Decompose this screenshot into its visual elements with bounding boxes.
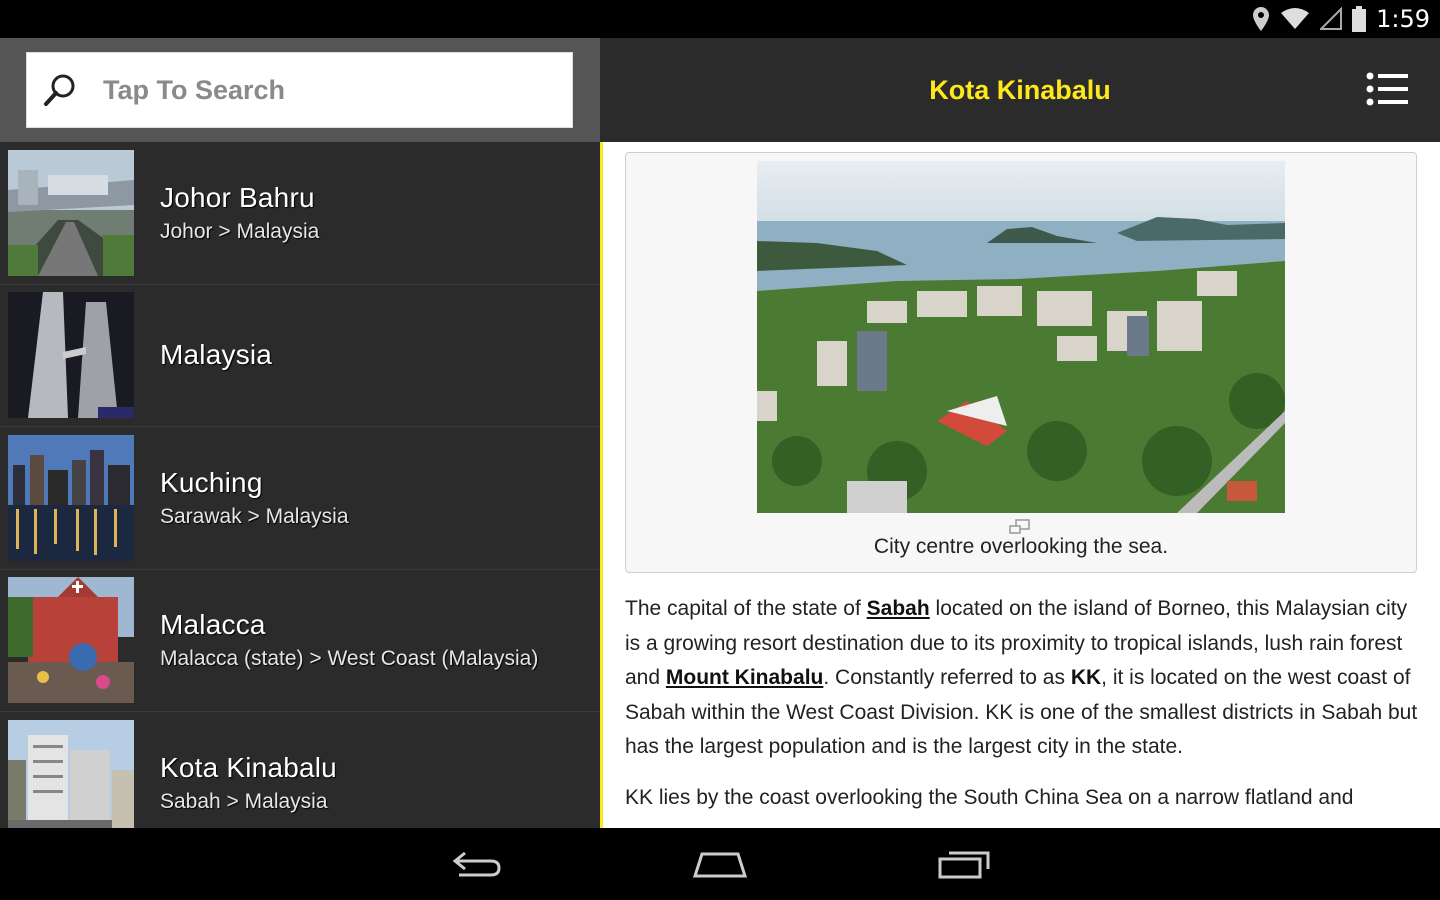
home-icon [692, 852, 748, 878]
kk-term: KK [1070, 666, 1102, 690]
paragraph-1: The capital of the state of Sabah locate… [625, 592, 1425, 765]
item-subtitle: Sabah > Malaysia [160, 789, 328, 813]
item-title: Johor Bahru [160, 181, 315, 213]
kota-kinabalu-thumbnail [8, 719, 134, 828]
navigation-bar [0, 828, 1440, 900]
location-list: Johor Bahru Johor > Malaysia Malaysia Ku… [0, 142, 600, 828]
signal-icon [1320, 0, 1343, 38]
list-menu-icon [1366, 72, 1408, 106]
city-photo[interactable] [757, 161, 1285, 513]
status-time: 1:59 [1376, 5, 1430, 33]
item-title: Kota Kinabalu [160, 751, 337, 783]
detail-header: Kota Kinabalu [600, 38, 1440, 142]
malacca-thumbnail [8, 577, 134, 704]
kuching-thumbnail [8, 434, 134, 561]
paragraph-2: KK lies by the coast overlooking the Sou… [625, 785, 1354, 809]
battery-icon [1352, 0, 1367, 38]
back-icon [452, 851, 501, 877]
location-icon [1252, 0, 1270, 38]
list-item-kota-kinabalu[interactable]: Kota Kinabalu Sabah > Malaysia [0, 712, 600, 828]
search-box[interactable] [26, 52, 573, 128]
list-item-malacca[interactable]: Malacca Malacca (state) > West Coast (Ma… [0, 569, 600, 712]
item-title: Malacca [160, 609, 266, 641]
figure-caption: City centre overlooking the sea. [873, 535, 1169, 558]
johor-bahru-thumbnail [8, 149, 134, 276]
item-title: Kuching [160, 466, 263, 498]
wifi-icon [1280, 0, 1310, 38]
link-mount-kinabalu[interactable]: Mount Kinabalu [666, 666, 823, 689]
text-run: The capital of the state of [625, 597, 867, 620]
status-bar: 1:59 [0, 0, 1440, 38]
search-input[interactable] [103, 74, 523, 106]
home-button[interactable] [690, 844, 750, 884]
list-item-kuching[interactable]: Kuching Sarawak > Malaysia [0, 427, 600, 570]
article-body: The capital of the state of Sabah locate… [625, 592, 1425, 828]
enlarge-icon[interactable] [1009, 519, 1031, 535]
page-title: Kota Kinabalu [929, 74, 1111, 105]
list-item-johor-bahru[interactable]: Johor Bahru Johor > Malaysia [0, 142, 600, 285]
search-icon [43, 73, 77, 107]
article-content[interactable]: City centre overlooking the sea. The cap… [600, 142, 1440, 828]
item-subtitle: Malacca (state) > West Coast (Malaysia) [160, 647, 539, 671]
text-run: . Constantly referred to as [823, 666, 1071, 690]
recent-apps-button[interactable] [934, 844, 994, 884]
item-title: Malaysia [160, 339, 273, 371]
location-list-pane: Johor Bahru Johor > Malaysia Malaysia [0, 38, 600, 828]
link-sabah[interactable]: Sabah [867, 597, 930, 620]
figure: City centre overlooking the sea. [625, 152, 1417, 573]
list-menu-button[interactable] [1366, 72, 1408, 106]
back-button[interactable] [447, 844, 507, 884]
recent-apps-icon [938, 851, 990, 879]
search-area [0, 38, 600, 142]
list-item-malaysia[interactable]: Malaysia [0, 284, 600, 427]
malaysia-thumbnail [8, 292, 134, 419]
item-subtitle: Sarawak > Malaysia [160, 504, 349, 528]
item-subtitle: Johor > Malaysia [160, 219, 320, 243]
